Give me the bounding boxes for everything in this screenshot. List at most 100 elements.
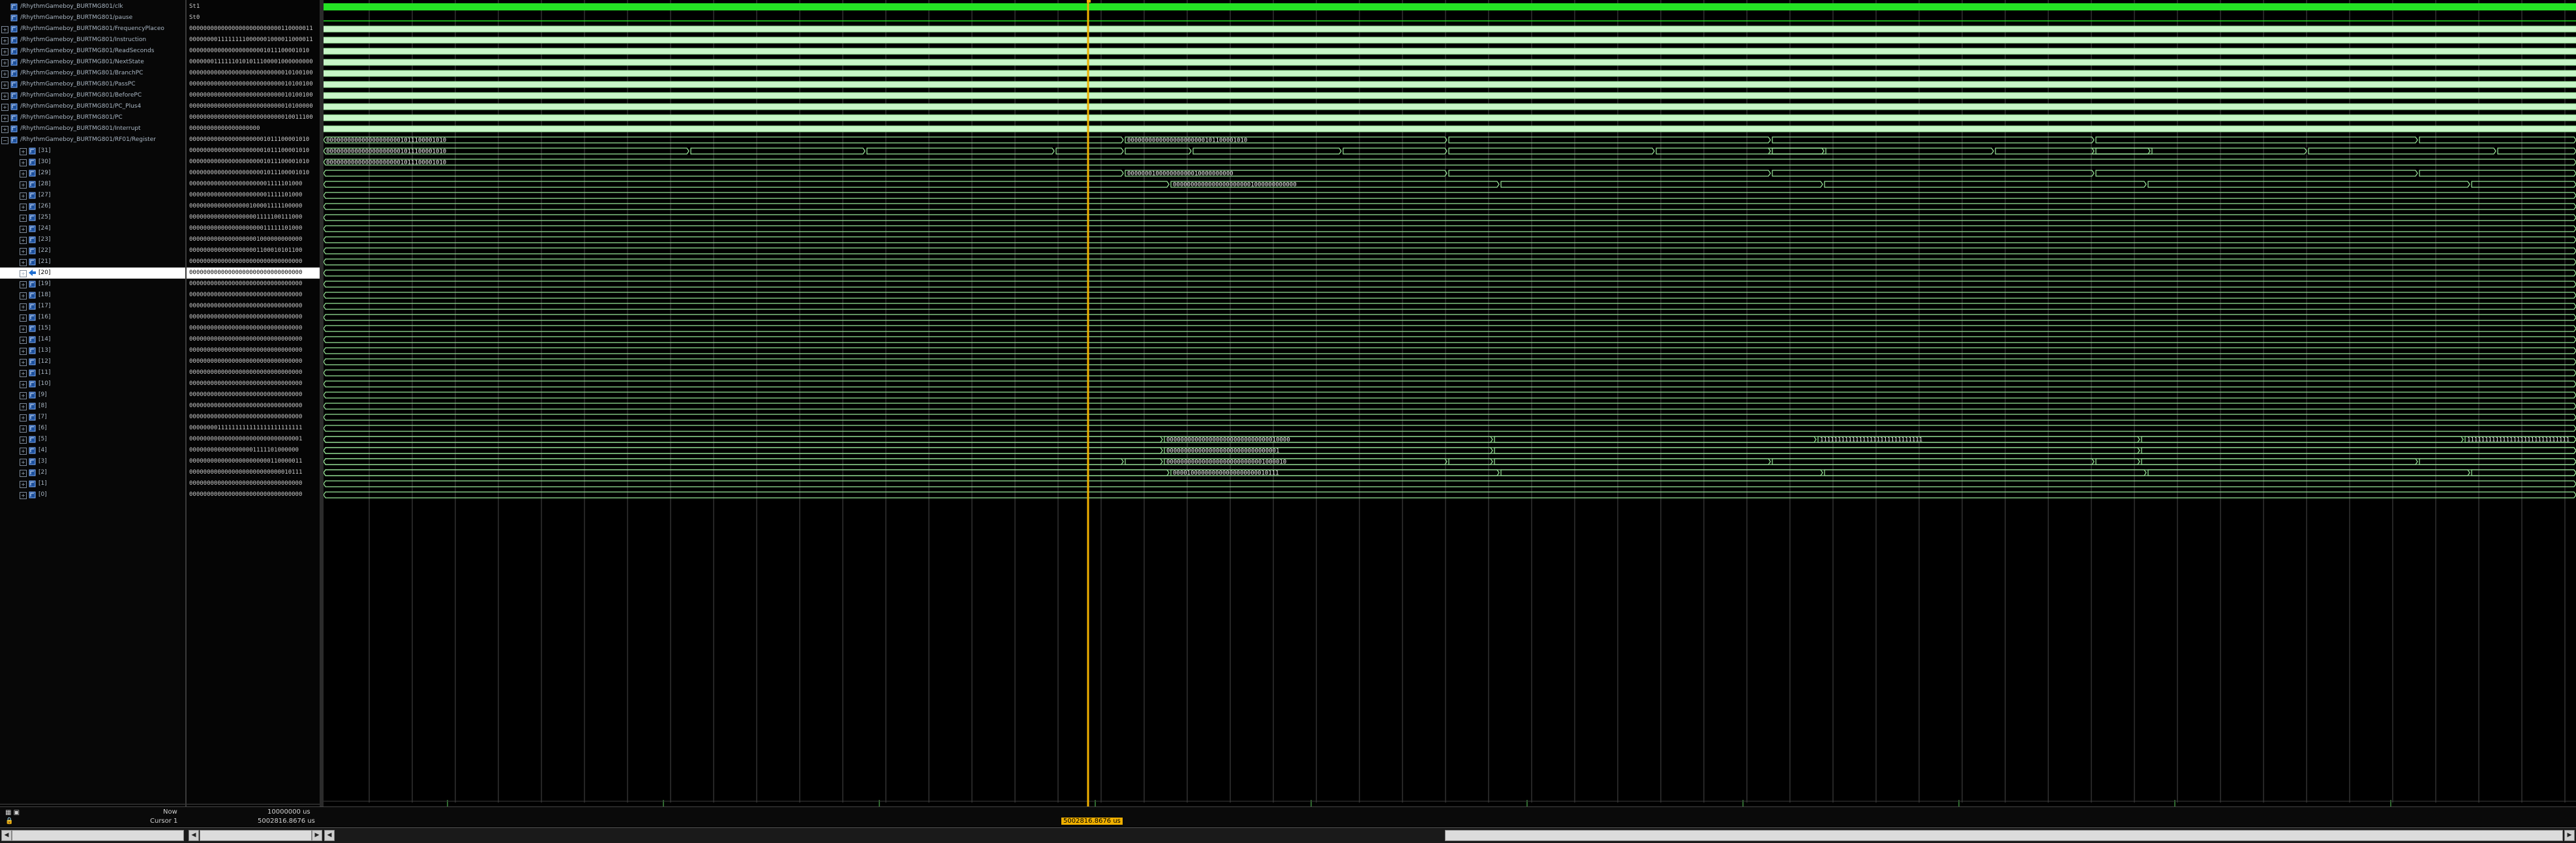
expand-icon[interactable]: + bbox=[1, 26, 8, 33]
expand-icon[interactable]: + bbox=[20, 259, 27, 266]
signal-row[interactable]: + [8] bbox=[0, 401, 185, 412]
signal-value-row[interactable]: 00000000000000000000000000010011100 bbox=[187, 112, 320, 123]
signal-value-row[interactable]: 00000000000000000000001111101000 bbox=[187, 179, 320, 190]
signal-row[interactable]: + [18] bbox=[0, 290, 185, 301]
expand-icon[interactable]: + bbox=[20, 348, 27, 355]
signal-row[interactable]: + [17] bbox=[0, 301, 185, 312]
signal-value-row[interactable]: 0000000000000000000001011100001010 bbox=[187, 168, 320, 179]
expand-icon[interactable]: + bbox=[1, 115, 8, 122]
signal-row[interactable]: + [9] bbox=[0, 390, 185, 401]
expand-icon[interactable]: + bbox=[20, 270, 27, 277]
signal-row[interactable]: + [26] bbox=[0, 201, 185, 212]
values-scroll-thumb[interactable] bbox=[200, 830, 312, 841]
signal-value-row[interactable]: 00000000000000000000000000000000 bbox=[187, 256, 320, 268]
signal-value-row[interactable]: St0 bbox=[187, 12, 320, 23]
signal-value-row[interactable]: 0000000000000000000001011100001010 bbox=[187, 146, 320, 157]
signal-row[interactable]: + [1] bbox=[0, 478, 185, 489]
signal-row[interactable]: + [28] bbox=[0, 179, 185, 190]
signal-row[interactable]: + [20] bbox=[0, 268, 185, 279]
expand-icon[interactable]: + bbox=[20, 292, 27, 299]
signal-value-row[interactable]: St1 bbox=[187, 1, 320, 12]
expand-icon[interactable]: + bbox=[20, 481, 27, 488]
signal-value-row[interactable]: 00000000000000000000000000000000 bbox=[187, 334, 320, 345]
expand-icon[interactable]: + bbox=[20, 237, 27, 244]
signal-value-row[interactable]: 0000000000000000000001011100001010 bbox=[187, 157, 320, 168]
signal-value-row[interactable]: 00000000000000000000000000000000 bbox=[187, 345, 320, 356]
signal-row[interactable]: + [12] bbox=[0, 356, 185, 367]
expand-icon[interactable]: + bbox=[20, 159, 27, 166]
signal-row[interactable]: + [0] bbox=[0, 489, 185, 500]
expand-icon[interactable]: + bbox=[1, 59, 8, 67]
expand-icon[interactable]: + bbox=[20, 181, 27, 189]
expand-icon[interactable]: + bbox=[20, 337, 27, 344]
names-scroll-thumb[interactable] bbox=[12, 830, 184, 841]
signal-row[interactable]: + /RhythmGameboy_BURTMG801/FrequencyPlace… bbox=[0, 23, 185, 35]
signal-row[interactable]: + /RhythmGameboy_BURTMG801/Interrupt bbox=[0, 123, 185, 134]
signal-row[interactable]: + [4] bbox=[0, 445, 185, 456]
signal-value-row[interactable]: 00000000000000000000000000000000 bbox=[187, 323, 320, 334]
signal-row[interactable]: + [13] bbox=[0, 345, 185, 356]
signal-row[interactable]: + /RhythmGameboy_BURTMG801/Instruction bbox=[0, 35, 185, 46]
signal-row[interactable]: + [2] bbox=[0, 467, 185, 478]
signal-value-row[interactable]: 00000000000000000000000000010100100 bbox=[187, 90, 320, 101]
signal-value-row[interactable]: 00000001111110101011100001000000000 bbox=[187, 57, 320, 68]
signal-value-row[interactable]: 00000000000000000000000000000000 bbox=[187, 378, 320, 390]
signal-row[interactable]: + [6] bbox=[0, 423, 185, 434]
signal-row[interactable]: + /RhythmGameboy_BURTMG801/ReadSeconds bbox=[0, 46, 185, 57]
expand-icon[interactable]: + bbox=[20, 148, 27, 155]
signal-row[interactable]: + [14] bbox=[0, 334, 185, 345]
signal-row[interactable]: + [29] bbox=[0, 168, 185, 179]
signal-row[interactable]: + /RhythmGameboy_BURTMG801/BranchPC bbox=[0, 68, 185, 79]
signal-row[interactable]: + /RhythmGameboy_BURTMG801/PC bbox=[0, 112, 185, 123]
signal-row[interactable]: + [16] bbox=[0, 312, 185, 323]
cursor-lock-icon[interactable]: 🔒 bbox=[5, 818, 13, 825]
signal-row[interactable]: + /RhythmGameboy_BURTMG801/BeforePC bbox=[0, 90, 185, 101]
signal-value-row[interactable]: 00000000000000000000000000000001 bbox=[187, 434, 320, 445]
expand-icon[interactable]: + bbox=[20, 470, 27, 477]
wave-scroll-thumb[interactable] bbox=[1445, 830, 2563, 841]
signal-row[interactable]: + [11] bbox=[0, 367, 185, 378]
signal-row[interactable]: /RhythmGameboy_BURTMG801/pause bbox=[0, 12, 185, 23]
signal-value-row[interactable]: 00000000000000000000000000000000 bbox=[187, 478, 320, 489]
signal-value-row[interactable]: 00000000000000000000000000000000 bbox=[187, 401, 320, 412]
expand-icon[interactable]: + bbox=[20, 492, 27, 499]
expand-icon[interactable]: + bbox=[20, 226, 27, 233]
signal-row[interactable]: + [30] bbox=[0, 157, 185, 168]
signal-value-row[interactable]: 0000000000000000001111101000000 bbox=[187, 445, 320, 456]
signal-row[interactable]: + [15] bbox=[0, 323, 185, 334]
signal-row[interactable]: /RhythmGameboy_BURTMG801/clk bbox=[0, 1, 185, 12]
signal-value-row[interactable]: 00000000000000000001000000000000 bbox=[187, 234, 320, 245]
signal-value-row[interactable]: 00000000000000000000000000000000 bbox=[187, 279, 320, 290]
signal-value-row[interactable]: 00000000111111110000001000011000011 bbox=[187, 35, 320, 46]
signal-value-row[interactable]: 0000000000000000000001011100001010 bbox=[187, 134, 320, 146]
signal-value-row[interactable]: 00000000000000000000000000000000 bbox=[187, 301, 320, 312]
signal-row[interactable]: + [7] bbox=[0, 412, 185, 423]
signal-value-row[interactable]: 00000000000000000000011111101000 bbox=[187, 223, 320, 234]
signal-value-row[interactable]: 00000000000000000000000000000000 bbox=[187, 356, 320, 367]
values-scroll-right-button[interactable]: ▶ bbox=[312, 830, 322, 841]
signal-row[interactable]: + /RhythmGameboy_BURTMG801/PassPC bbox=[0, 79, 185, 90]
expand-icon[interactable]: + bbox=[20, 381, 27, 388]
expand-icon[interactable]: + bbox=[20, 170, 27, 177]
expand-icon[interactable]: + bbox=[20, 459, 27, 466]
signal-row[interactable]: + [25] bbox=[0, 212, 185, 223]
expand-icon[interactable]: + bbox=[20, 437, 27, 444]
expand-icon[interactable]: + bbox=[20, 314, 27, 322]
signal-row[interactable]: + [21] bbox=[0, 256, 185, 268]
cursor-time-flag[interactable]: 5002816.8676 us bbox=[1061, 818, 1123, 825]
signal-row[interactable]: + [22] bbox=[0, 245, 185, 256]
expand-icon[interactable]: + bbox=[1, 37, 8, 44]
expand-icon[interactable]: + bbox=[20, 359, 27, 366]
expand-icon[interactable]: + bbox=[20, 215, 27, 222]
signal-value-row[interactable]: 00000000000000000000000000010100000 bbox=[187, 101, 320, 112]
signal-value-row[interactable]: 00000000000000000000000110000011 bbox=[187, 456, 320, 467]
values-scroll-left-button[interactable]: ◀ bbox=[189, 830, 199, 841]
expand-icon[interactable]: + bbox=[1, 48, 8, 55]
expand-icon[interactable]: + bbox=[1, 93, 8, 100]
expand-icon[interactable]: + bbox=[20, 248, 27, 255]
signal-value-row[interactable]: 00000000000000000000000000110000011 bbox=[187, 23, 320, 35]
signal-row[interactable]: + [19] bbox=[0, 279, 185, 290]
signal-values-pane[interactable]: St1 St0 0000000000000000000000000011000001… bbox=[187, 0, 324, 809]
signal-names-pane[interactable]: /RhythmGameboy_BURTMG801/clk/RhythmGameb… bbox=[0, 0, 187, 809]
signal-row[interactable]: + [24] bbox=[0, 223, 185, 234]
